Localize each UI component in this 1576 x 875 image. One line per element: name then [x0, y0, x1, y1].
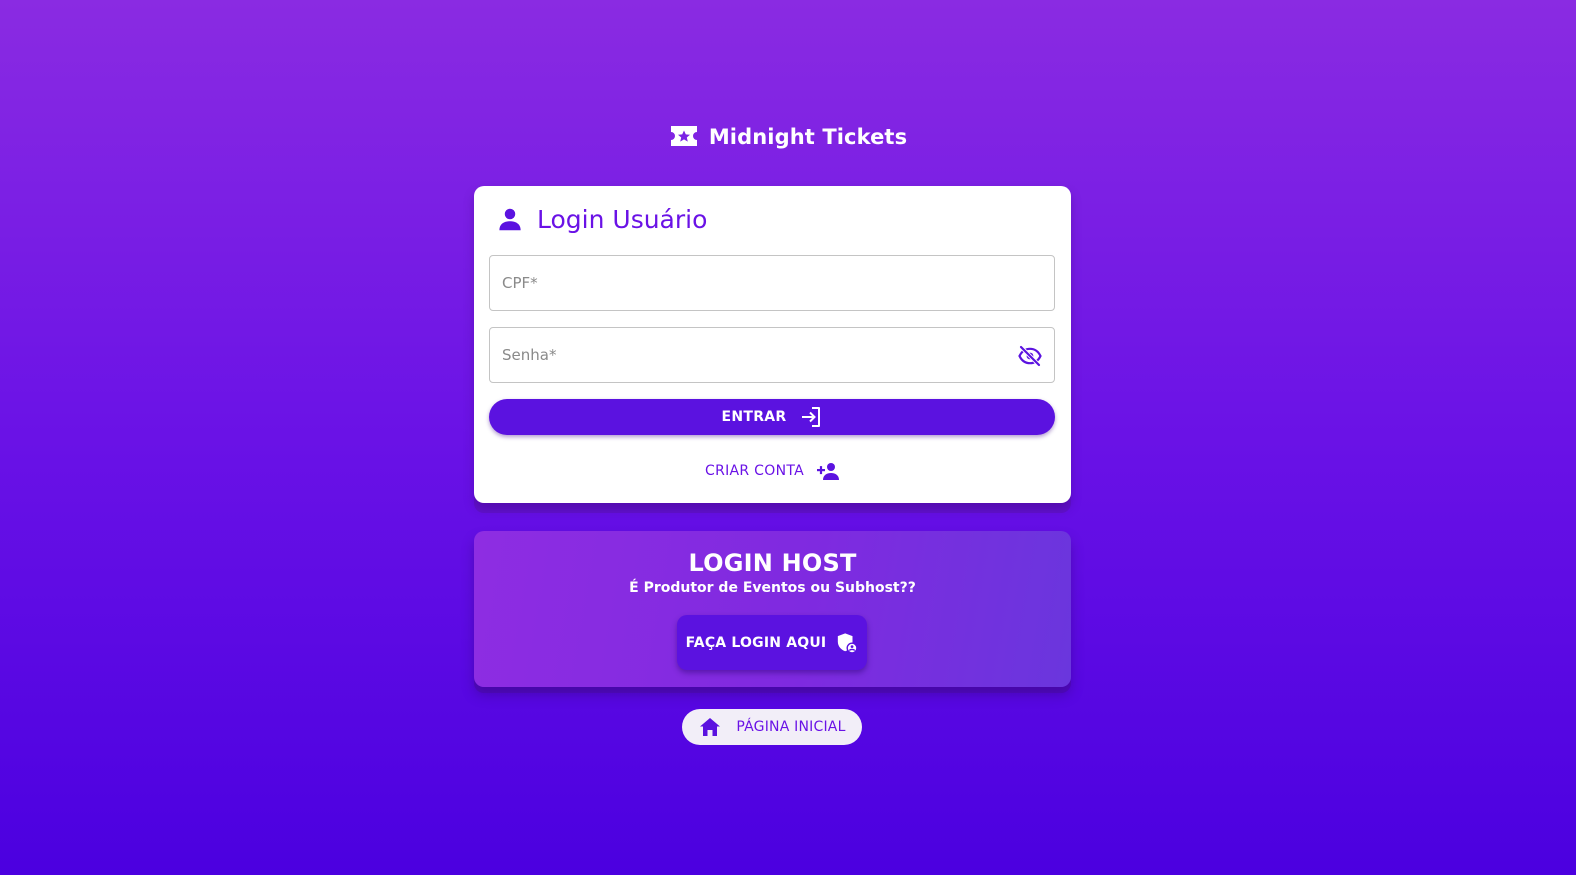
brand-header: Midnight Tickets — [0, 124, 1576, 150]
home-page-button[interactable]: PÁGINA INICIAL — [682, 709, 862, 745]
enter-button[interactable]: ENTRAR — [489, 399, 1055, 435]
card-title-text: Login Usuário — [537, 204, 708, 234]
home-page-label: PÁGINA INICIAL — [736, 719, 846, 735]
host-title: LOGIN HOST — [688, 549, 857, 577]
user-login-card: Login Usuário ENTRAR CRIAR CONTA — [474, 186, 1071, 503]
password-input[interactable] — [490, 328, 1054, 382]
admin-shield-icon — [836, 632, 858, 654]
ticket-star-icon — [669, 124, 699, 150]
login-icon — [799, 405, 823, 429]
card-title: Login Usuário — [495, 204, 707, 234]
password-field-container — [489, 327, 1055, 383]
host-login-button[interactable]: FAÇA LOGIN AQUI — [677, 615, 867, 670]
user-icon — [495, 204, 525, 234]
home-icon — [698, 715, 722, 739]
cpf-field-container — [489, 255, 1055, 311]
eye-off-icon[interactable] — [1018, 344, 1042, 368]
host-login-card: LOGIN HOST É Produtor de Eventos ou Subh… — [474, 531, 1071, 687]
brand-name: Midnight Tickets — [708, 125, 908, 149]
create-account-button[interactable]: CRIAR CONTA — [474, 456, 1071, 486]
create-account-label: CRIAR CONTA — [705, 463, 804, 479]
enter-button-label: ENTRAR — [721, 409, 787, 425]
host-login-button-label: FAÇA LOGIN AQUI — [685, 634, 827, 651]
cpf-input[interactable] — [490, 256, 1054, 310]
add-user-icon — [816, 459, 840, 483]
host-subtitle: É Produtor de Eventos ou Subhost?? — [629, 580, 916, 596]
